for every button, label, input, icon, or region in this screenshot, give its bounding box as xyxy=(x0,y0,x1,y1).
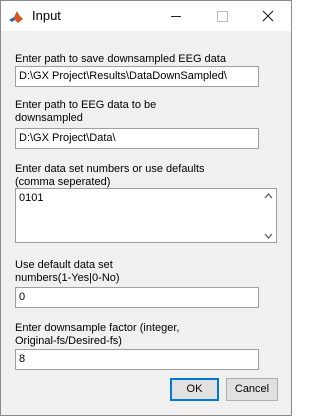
matlab-icon xyxy=(8,9,24,25)
title-bar[interactable]: Input xyxy=(1,1,291,31)
use-default-label: Use default data set numbers(1-Yes|0-No) xyxy=(15,259,120,284)
data-path-label: Enter path to EEG data to be downsampled xyxy=(15,99,157,124)
close-icon xyxy=(262,10,274,22)
maximize-button[interactable] xyxy=(199,1,245,31)
input-dialog: Input Enter path to save downsampled EEG… xyxy=(0,0,292,416)
save-path-label: Enter path to save downsampled EEG data xyxy=(15,53,226,65)
maximize-icon xyxy=(217,11,228,22)
scroll-down-icon[interactable] xyxy=(264,233,273,239)
downsample-factor-label: Enter downsample factor (integer, Origin… xyxy=(15,322,180,347)
minimize-button[interactable] xyxy=(153,1,199,31)
cancel-button[interactable]: Cancel xyxy=(226,378,278,401)
dataset-numbers-value: 0101 xyxy=(19,192,44,204)
dataset-numbers-textarea[interactable]: 0101 xyxy=(15,188,277,243)
save-path-input[interactable]: D:\GX Project\Results\DataDownSampled\ xyxy=(15,66,259,87)
data-path-input[interactable]: D:\GX Project\Data\ xyxy=(15,128,259,149)
vertical-scrollbar[interactable] xyxy=(261,189,276,242)
ok-button[interactable]: OK xyxy=(170,378,219,401)
scroll-up-icon[interactable] xyxy=(264,193,273,199)
close-button[interactable] xyxy=(245,1,291,31)
downsample-factor-input[interactable]: 8 xyxy=(15,349,259,370)
window-title: Input xyxy=(32,8,61,23)
dataset-numbers-label: Enter data set numbers or use defaults (… xyxy=(15,163,205,188)
minimize-icon xyxy=(171,16,181,17)
use-default-input[interactable]: 0 xyxy=(15,287,259,308)
